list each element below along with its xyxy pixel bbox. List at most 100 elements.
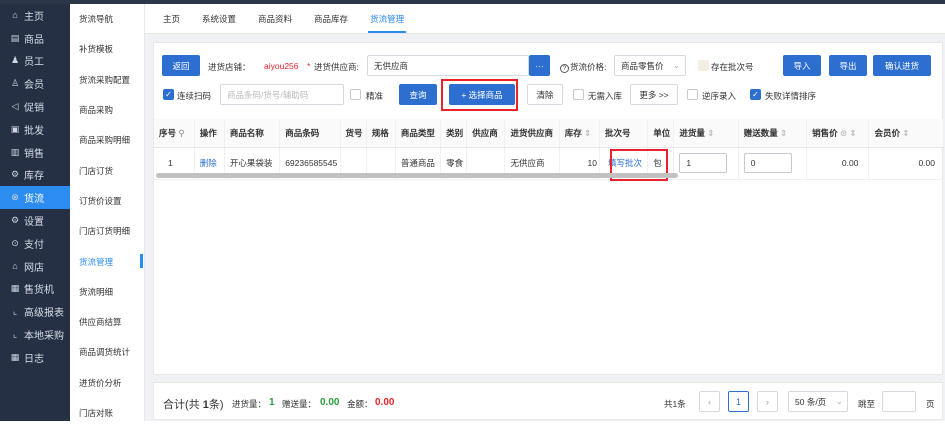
goto-page-input[interactable] <box>882 391 916 412</box>
supplier-more-button[interactable]: ··· <box>529 55 550 76</box>
subnav-item[interactable]: 货流导航 <box>70 4 144 34</box>
sort-icon[interactable]: ⇕ <box>584 128 591 138</box>
batch-exists-checkbox[interactable] <box>698 60 709 71</box>
page-1-button[interactable]: 1 <box>728 391 749 412</box>
sidebar-item[interactable]: ⌂ 主页 <box>0 4 70 27</box>
qty-summary-value: 1 <box>269 397 275 408</box>
subnav-item[interactable]: 门店对账 <box>70 398 144 428</box>
sidebar-item[interactable]: ▦ 售货机 <box>0 278 70 301</box>
table-horizontal-scrollbar[interactable] <box>154 173 944 178</box>
sidebar-item-label: 货流 <box>24 194 44 206</box>
qty-input[interactable]: 1 <box>679 153 728 173</box>
barcode-search-input[interactable]: 商品条码/货号/辅助码 <box>220 84 344 105</box>
export-button[interactable]: 导出 <box>829 55 867 76</box>
scroll-thumb[interactable] <box>156 173 678 178</box>
subnav-item[interactable]: 进货价分析 <box>70 368 144 398</box>
sidebar-item-label: 员工 <box>24 57 44 69</box>
col-sale-price: 销售价 ⊙ ⇕ <box>806 119 870 148</box>
sidebar-item[interactable]: ⚙ 库存 <box>0 164 70 187</box>
col-category: 类别 <box>440 119 468 148</box>
sidebar-item-label: 本地采购 <box>24 331 64 343</box>
main-sidebar: ⌂ 主页 ▤ 商品 ♟ 员工 ♙ 会员 ◁ 促销 ▣ 批发 ▥ 销售 ⚙ 库存 ⊗ 货流 ⚙ 设置 ⊙ 支付 ⌂ 网店 ▦ 售货机… <box>0 4 70 421</box>
fail-sort-label: 失败详情排序 <box>765 91 817 101</box>
wholesale-icon: ▣ <box>10 123 20 134</box>
subnav-item[interactable]: 货流明细 <box>70 277 144 307</box>
prev-page-button[interactable]: ‹ <box>699 391 720 412</box>
payment-icon: ⊙ <box>11 237 19 248</box>
sub-navigation: 货流导航 补货模板 货流采购配置 商品采购 商品采购明细 门店订货 订货价设置 门店订货明细货… <box>70 4 145 421</box>
highlight-frame-choose <box>441 79 518 111</box>
batch-exists-label: 存在批次号 <box>711 62 754 72</box>
confirm-purchase-button[interactable]: 确认进货 <box>873 55 931 76</box>
flow-panel: 返回 进货店铺： aiyou256 * 进货供应商: 无供应商 ··· ? 货流价… <box>153 42 944 375</box>
subnav-item[interactable]: 货流管理 <box>70 246 144 276</box>
fail-sort-checkbox[interactable]: ✓ <box>750 89 761 100</box>
col-no: 序号 ⚲ <box>154 119 195 148</box>
next-page-button[interactable]: › <box>757 391 778 412</box>
import-button[interactable]: 导入 <box>783 55 821 76</box>
sort-icon[interactable]: ⇕ <box>849 128 856 138</box>
page-size-select[interactable]: 50 条/页 ⌄ <box>788 391 848 412</box>
subnav-item[interactable]: 门店订货明细 <box>70 216 144 246</box>
query-button[interactable]: 查询 <box>399 84 437 105</box>
tab[interactable]: 系统设置 <box>196 4 252 33</box>
price-label-group: ? 货流价格: <box>560 61 606 73</box>
sort-icon[interactable]: ⇕ <box>780 128 787 138</box>
subnav-item[interactable]: 订货价设置 <box>70 186 144 216</box>
sidebar-item[interactable]: ♙ 会员 <box>0 72 70 95</box>
more-button[interactable]: 更多 >> <box>630 84 678 105</box>
sidebar-item-label: 批发 <box>24 125 44 137</box>
sidebar-item[interactable]: ⌂ 网店 <box>0 255 70 278</box>
sidebar-item[interactable]: ♟ 员工 <box>0 50 70 73</box>
sidebar-item[interactable]: ▥ 销售 <box>0 141 70 164</box>
tab[interactable]: 主页 <box>157 4 196 33</box>
subnav-item[interactable]: 门店订货 <box>70 155 144 185</box>
subnav-item[interactable]: 商品调货统计 <box>70 337 144 367</box>
sidebar-item[interactable]: ▣ 批发 <box>0 118 70 141</box>
total-prefix: 合计(共 <box>163 399 200 411</box>
sidebar-item[interactable]: ⌞ 本地采购 <box>0 323 70 346</box>
subnav-item[interactable]: 商品采购明细 <box>70 125 144 155</box>
tab[interactable]: 商品资料 <box>252 4 308 33</box>
tab[interactable]: 商品库存 <box>308 4 364 33</box>
price-select[interactable]: 商品零售价 ⌄ <box>614 55 686 76</box>
col-batch: 批次号 <box>599 119 649 148</box>
help-circle-icon: ⊙ <box>839 127 848 138</box>
supplier-select[interactable]: 无供应商 <box>367 55 529 76</box>
top-tabs: 主页 系统设置 商品资料 商品库存 货流管理 <box>145 4 945 34</box>
continuous-scan-checkbox[interactable]: ✓ <box>163 89 174 100</box>
supplier-value: 无供应商 <box>374 60 409 71</box>
sidebar-item[interactable]: ▤ 商品 <box>0 27 70 50</box>
exact-checkbox[interactable] <box>350 89 361 100</box>
subnav-item[interactable]: 货流采购配置 <box>70 65 144 95</box>
subnav-item[interactable]: 供应商结算 <box>70 307 144 337</box>
exact-label: 精准 <box>366 91 384 101</box>
no-stock-checkbox[interactable] <box>573 89 584 100</box>
total-suffix: 条) <box>208 399 224 411</box>
gift-summary-label: 赠送量： <box>282 399 317 409</box>
tab[interactable]: 货流管理 <box>364 4 420 33</box>
sort-icon[interactable]: ⇕ <box>902 128 909 138</box>
continuous-scan-label: 连续扫码 <box>177 91 212 101</box>
wrench-icon[interactable]: ⚲ <box>178 128 184 138</box>
clear-button[interactable]: 清除 <box>527 84 563 105</box>
reverse-entry-checkbox[interactable] <box>687 89 698 100</box>
col-item-no: 货号 <box>340 119 367 148</box>
gift-input[interactable]: 0 <box>743 153 792 173</box>
sidebar-item[interactable]: ◁ 促销 <box>0 95 70 118</box>
sidebar-item[interactable]: ▦ 日志 <box>0 346 70 369</box>
back-button[interactable]: 返回 <box>162 55 200 76</box>
sidebar-item-label: 库存 <box>24 171 44 183</box>
log-icon: ▦ <box>10 351 20 362</box>
sidebar-item-label: 主页 <box>24 11 44 23</box>
sort-icon[interactable]: ⇕ <box>707 128 714 138</box>
sidebar-item[interactable]: ⊙ 支付 <box>0 232 70 255</box>
price-label: 货流价格: <box>570 62 607 72</box>
sidebar-item[interactable]: ⚙ 设置 <box>0 209 70 232</box>
subnav-item[interactable]: 补货模板 <box>70 34 144 64</box>
sidebar-item[interactable]: ⊗ 货流 <box>0 186 70 210</box>
sidebar-item-label: 网店 <box>24 262 44 274</box>
col-stock: 库存 ⇕ <box>559 119 600 148</box>
subnav-item[interactable]: 商品采购 <box>70 95 144 125</box>
sidebar-item[interactable]: ⌞ 高级报表 <box>0 300 70 323</box>
